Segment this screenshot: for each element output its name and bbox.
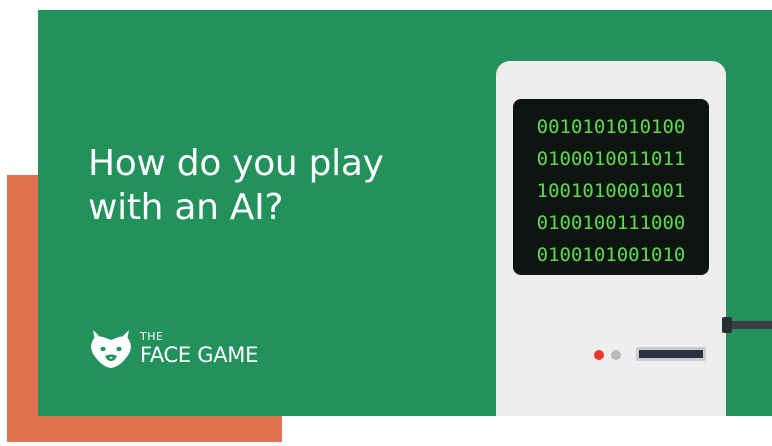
headline: How do you play with an AI? xyxy=(88,142,468,230)
binary-line-1: 0010101010100 xyxy=(536,116,686,138)
brand-text: THE FACE GAME xyxy=(140,331,258,366)
brand-logo: THE FACE GAME xyxy=(88,326,258,370)
binary-line-4: 0100100111000 xyxy=(536,212,686,234)
binary-line-5: 0100101001010 xyxy=(536,244,686,266)
binary-line-2: 0100010011011 xyxy=(536,148,686,170)
grey-led-indicator xyxy=(611,350,621,360)
brand-name: FACE GAME xyxy=(140,342,259,367)
computer-illustration: 0010101010100 0100010011011 100101000100… xyxy=(496,61,726,416)
headline-line-2: with an AI? xyxy=(88,187,284,228)
card-slot xyxy=(636,347,706,361)
binary-line-3: 1001010001001 xyxy=(536,180,686,202)
computer-screen: 0010101010100 0100010011011 100101000100… xyxy=(513,99,709,275)
brand-small-text: THE xyxy=(140,329,164,343)
banner-panel: How do you play with an AI? THE FACE GAM… xyxy=(38,10,772,416)
wolf-face-icon xyxy=(91,330,131,368)
cable-plug xyxy=(722,317,732,333)
power-cable xyxy=(726,321,772,329)
headline-line-1: How do you play xyxy=(88,143,384,184)
red-led-indicator xyxy=(594,350,604,360)
